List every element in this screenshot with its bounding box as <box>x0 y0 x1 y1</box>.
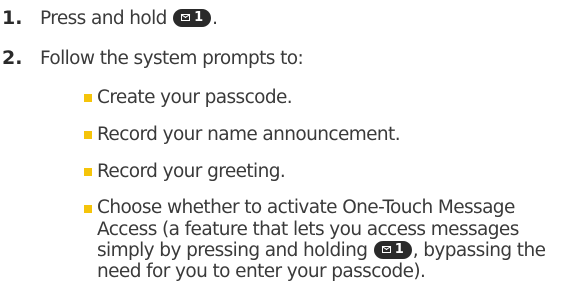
step-number-2: 2. <box>2 47 23 70</box>
bullet-marker <box>84 130 92 139</box>
bullet-marker <box>84 94 92 103</box>
step-1-instruction: Press and hold <box>40 8 167 30</box>
key-digit: 1 <box>394 241 404 257</box>
bullet-item-passcode: Create your passcode. <box>97 86 293 108</box>
bullet-line-4: need for you to enter your passcode). <box>97 261 426 282</box>
bullet-marker <box>84 167 92 176</box>
bullet-line-3-end: , bypassing the <box>412 239 546 261</box>
voicemail-key-icon: 1 <box>173 9 212 28</box>
voicemail-key-icon: 1 <box>373 240 412 259</box>
bullet-marker <box>84 204 92 213</box>
bullet-line-3-start: simply by pressing and holding <box>97 239 368 261</box>
envelope-icon <box>381 245 391 253</box>
key-digit: 1 <box>194 10 204 26</box>
step-2-text: Follow the system prompts to: <box>40 48 304 70</box>
step-1-period: . <box>212 8 218 30</box>
step-1-text: Press and hold 1 . <box>40 7 218 31</box>
envelope-icon <box>181 14 191 22</box>
bullet-item-greeting: Record your greeting. <box>97 160 286 182</box>
bullet-item-name-announcement: Record your name announcement. <box>97 123 401 145</box>
step-number-1: 1. <box>2 7 23 30</box>
